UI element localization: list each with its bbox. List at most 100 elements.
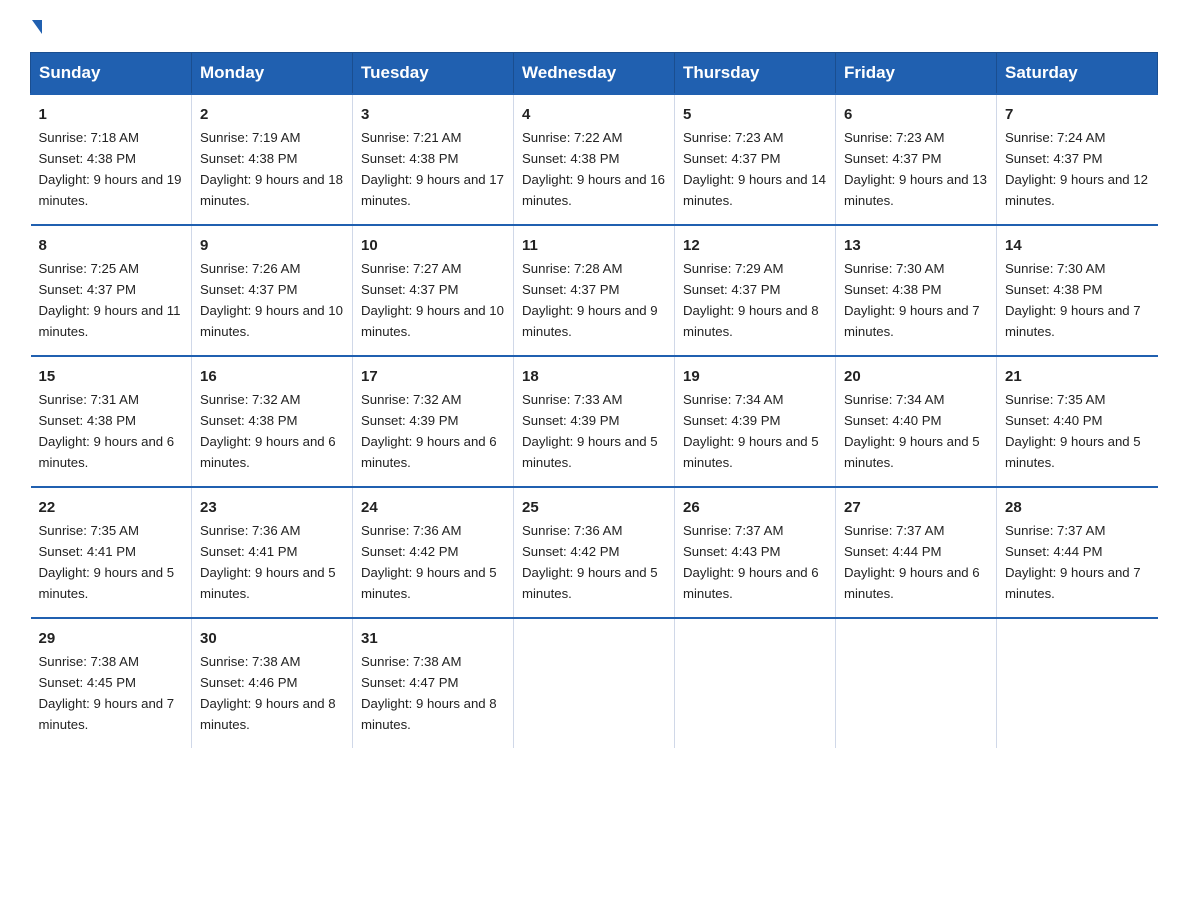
week-row-4: 22 Sunrise: 7:35 AMSunset: 4:41 PMDayligh… xyxy=(31,487,1158,618)
day-info: Sunrise: 7:28 AMSunset: 4:37 PMDaylight:… xyxy=(522,261,658,339)
header-friday: Friday xyxy=(836,53,997,95)
day-info: Sunrise: 7:38 AMSunset: 4:45 PMDaylight:… xyxy=(39,654,175,732)
calendar-cell: 1 Sunrise: 7:18 AMSunset: 4:38 PMDaylight… xyxy=(31,94,192,225)
day-number: 9 xyxy=(200,234,344,257)
day-number: 11 xyxy=(522,234,666,257)
calendar-cell: 22 Sunrise: 7:35 AMSunset: 4:41 PMDayligh… xyxy=(31,487,192,618)
calendar-table: SundayMondayTuesdayWednesdayThursdayFrid… xyxy=(30,52,1158,748)
page-header xyxy=(30,20,1158,34)
header-saturday: Saturday xyxy=(997,53,1158,95)
calendar-cell xyxy=(675,618,836,748)
week-row-5: 29 Sunrise: 7:38 AMSunset: 4:45 PMDayligh… xyxy=(31,618,1158,748)
day-number: 15 xyxy=(39,365,184,388)
header-tuesday: Tuesday xyxy=(353,53,514,95)
day-number: 16 xyxy=(200,365,344,388)
day-number: 1 xyxy=(39,103,184,126)
day-number: 19 xyxy=(683,365,827,388)
calendar-cell: 13Sunrise: 7:30 AMSunset: 4:38 PMDayligh… xyxy=(836,225,997,356)
week-row-1: 1 Sunrise: 7:18 AMSunset: 4:38 PMDaylight… xyxy=(31,94,1158,225)
calendar-cell: 8 Sunrise: 7:25 AMSunset: 4:37 PMDaylight… xyxy=(31,225,192,356)
calendar-cell: 10 Sunrise: 7:27 AMSunset: 4:37 PMDayligh… xyxy=(353,225,514,356)
header-monday: Monday xyxy=(192,53,353,95)
calendar-cell: 6Sunrise: 7:23 AMSunset: 4:37 PMDaylight… xyxy=(836,94,997,225)
header-sunday: Sunday xyxy=(31,53,192,95)
calendar-cell: 2 Sunrise: 7:19 AMSunset: 4:38 PMDaylight… xyxy=(192,94,353,225)
day-info: Sunrise: 7:37 AMSunset: 4:43 PMDaylight:… xyxy=(683,523,819,601)
calendar-cell: 11 Sunrise: 7:28 AMSunset: 4:37 PMDayligh… xyxy=(514,225,675,356)
day-number: 10 xyxy=(361,234,505,257)
day-info: Sunrise: 7:38 AMSunset: 4:47 PMDaylight:… xyxy=(361,654,497,732)
day-number: 22 xyxy=(39,496,184,519)
day-info: Sunrise: 7:24 AMSunset: 4:37 PMDaylight:… xyxy=(1005,130,1148,208)
week-row-3: 15Sunrise: 7:31 AMSunset: 4:38 PMDayligh… xyxy=(31,356,1158,487)
calendar-cell: 28Sunrise: 7:37 AMSunset: 4:44 PMDayligh… xyxy=(997,487,1158,618)
day-info: Sunrise: 7:35 AMSunset: 4:41 PMDaylight:… xyxy=(39,523,175,601)
day-info: Sunrise: 7:26 AMSunset: 4:37 PMDaylight:… xyxy=(200,261,343,339)
day-info: Sunrise: 7:36 AMSunset: 4:42 PMDaylight:… xyxy=(361,523,497,601)
day-number: 20 xyxy=(844,365,988,388)
calendar-cell: 19 Sunrise: 7:34 AMSunset: 4:39 PMDayligh… xyxy=(675,356,836,487)
calendar-cell: 14Sunrise: 7:30 AMSunset: 4:38 PMDayligh… xyxy=(997,225,1158,356)
day-number: 18 xyxy=(522,365,666,388)
day-number: 25 xyxy=(522,496,666,519)
day-number: 14 xyxy=(1005,234,1150,257)
calendar-cell: 26Sunrise: 7:37 AMSunset: 4:43 PMDayligh… xyxy=(675,487,836,618)
calendar-cell: 12Sunrise: 7:29 AMSunset: 4:37 PMDayligh… xyxy=(675,225,836,356)
calendar-cell: 5 Sunrise: 7:23 AMSunset: 4:37 PMDaylight… xyxy=(675,94,836,225)
calendar-cell: 20 Sunrise: 7:34 AMSunset: 4:40 PMDayligh… xyxy=(836,356,997,487)
day-number: 30 xyxy=(200,627,344,650)
logo-triangle-icon xyxy=(32,20,42,34)
calendar-cell: 17Sunrise: 7:32 AMSunset: 4:39 PMDayligh… xyxy=(353,356,514,487)
day-number: 5 xyxy=(683,103,827,126)
day-info: Sunrise: 7:36 AMSunset: 4:42 PMDaylight:… xyxy=(522,523,658,601)
calendar-body: 1 Sunrise: 7:18 AMSunset: 4:38 PMDaylight… xyxy=(31,94,1158,748)
day-info: Sunrise: 7:19 AMSunset: 4:38 PMDaylight:… xyxy=(200,130,343,208)
calendar-cell xyxy=(997,618,1158,748)
header-wednesday: Wednesday xyxy=(514,53,675,95)
calendar-cell: 16 Sunrise: 7:32 AMSunset: 4:38 PMDayligh… xyxy=(192,356,353,487)
week-row-2: 8 Sunrise: 7:25 AMSunset: 4:37 PMDaylight… xyxy=(31,225,1158,356)
calendar-cell: 9 Sunrise: 7:26 AMSunset: 4:37 PMDaylight… xyxy=(192,225,353,356)
day-number: 28 xyxy=(1005,496,1150,519)
day-number: 6 xyxy=(844,103,988,126)
day-info: Sunrise: 7:35 AMSunset: 4:40 PMDaylight:… xyxy=(1005,392,1141,470)
calendar-cell: 31 Sunrise: 7:38 AMSunset: 4:47 PMDayligh… xyxy=(353,618,514,748)
calendar-cell: 24 Sunrise: 7:36 AMSunset: 4:42 PMDayligh… xyxy=(353,487,514,618)
day-info: Sunrise: 7:34 AMSunset: 4:39 PMDaylight:… xyxy=(683,392,819,470)
day-info: Sunrise: 7:29 AMSunset: 4:37 PMDaylight:… xyxy=(683,261,819,339)
calendar-header: SundayMondayTuesdayWednesdayThursdayFrid… xyxy=(31,53,1158,95)
day-number: 2 xyxy=(200,103,344,126)
calendar-cell: 21 Sunrise: 7:35 AMSunset: 4:40 PMDayligh… xyxy=(997,356,1158,487)
day-info: Sunrise: 7:36 AMSunset: 4:41 PMDaylight:… xyxy=(200,523,336,601)
day-number: 24 xyxy=(361,496,505,519)
day-info: Sunrise: 7:37 AMSunset: 4:44 PMDaylight:… xyxy=(844,523,980,601)
day-info: Sunrise: 7:22 AMSunset: 4:38 PMDaylight:… xyxy=(522,130,665,208)
day-number: 3 xyxy=(361,103,505,126)
calendar-cell: 15Sunrise: 7:31 AMSunset: 4:38 PMDayligh… xyxy=(31,356,192,487)
day-number: 31 xyxy=(361,627,505,650)
calendar-cell: 7 Sunrise: 7:24 AMSunset: 4:37 PMDaylight… xyxy=(997,94,1158,225)
day-info: Sunrise: 7:32 AMSunset: 4:38 PMDaylight:… xyxy=(200,392,336,470)
calendar-cell: 18Sunrise: 7:33 AMSunset: 4:39 PMDayligh… xyxy=(514,356,675,487)
calendar-cell: 3 Sunrise: 7:21 AMSunset: 4:38 PMDaylight… xyxy=(353,94,514,225)
day-number: 8 xyxy=(39,234,184,257)
day-number: 27 xyxy=(844,496,988,519)
calendar-cell: 4 Sunrise: 7:22 AMSunset: 4:38 PMDaylight… xyxy=(514,94,675,225)
day-info: Sunrise: 7:25 AMSunset: 4:37 PMDaylight:… xyxy=(39,261,181,339)
day-number: 13 xyxy=(844,234,988,257)
calendar-cell: 29 Sunrise: 7:38 AMSunset: 4:45 PMDayligh… xyxy=(31,618,192,748)
header-thursday: Thursday xyxy=(675,53,836,95)
calendar-cell xyxy=(836,618,997,748)
day-info: Sunrise: 7:34 AMSunset: 4:40 PMDaylight:… xyxy=(844,392,980,470)
day-info: Sunrise: 7:23 AMSunset: 4:37 PMDaylight:… xyxy=(683,130,826,208)
day-number: 7 xyxy=(1005,103,1150,126)
day-info: Sunrise: 7:32 AMSunset: 4:39 PMDaylight:… xyxy=(361,392,497,470)
day-number: 4 xyxy=(522,103,666,126)
logo xyxy=(30,20,42,34)
day-number: 21 xyxy=(1005,365,1150,388)
day-info: Sunrise: 7:38 AMSunset: 4:46 PMDaylight:… xyxy=(200,654,336,732)
day-number: 29 xyxy=(39,627,184,650)
day-info: Sunrise: 7:21 AMSunset: 4:38 PMDaylight:… xyxy=(361,130,504,208)
day-info: Sunrise: 7:27 AMSunset: 4:37 PMDaylight:… xyxy=(361,261,504,339)
day-info: Sunrise: 7:18 AMSunset: 4:38 PMDaylight:… xyxy=(39,130,182,208)
